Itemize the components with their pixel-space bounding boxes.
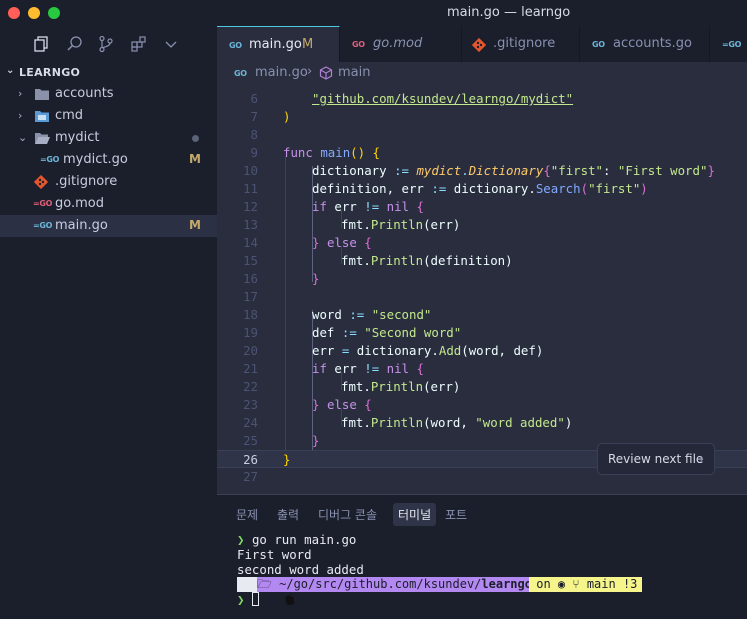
- terminal-git-segment: on ◉ ⑂ main !3: [529, 577, 642, 592]
- modified-badge: M: [302, 37, 314, 52]
- extensions-icon[interactable]: [130, 35, 148, 53]
- chevron-right-icon: ›: [18, 109, 23, 122]
- gomod-file-icon: =GO: [33, 199, 53, 208]
- tab-overflow[interactable]: =GO: [710, 26, 747, 62]
- modified-dot: [192, 135, 199, 142]
- tab-go-mod[interactable]: GO go.mod: [340, 26, 462, 62]
- chevron-down-icon: ⌄: [18, 131, 28, 144]
- terminal-command-line: ❯ go run main.go: [237, 532, 357, 547]
- code-line: 19 def := "Second word": [243, 325, 462, 340]
- bottom-panel: 문제 출력 디버그 콘솔 터미널 포트 ❯ go run main.go Fir…: [217, 494, 747, 619]
- code-line: 18 word := "second": [243, 307, 432, 322]
- code-line: 10 dictionary := mydict.Dictionary{"first…: [243, 163, 715, 178]
- window-title: main.go — learngo: [447, 5, 571, 20]
- github-icon: ◉: [557, 577, 566, 591]
- tab-terminal[interactable]: 터미널: [393, 503, 437, 526]
- code-line: 8: [250, 127, 258, 142]
- go-file-icon: GO: [592, 40, 605, 49]
- branch-icon: ⑂: [572, 577, 580, 591]
- sidebar-item-accounts[interactable]: › accounts: [0, 83, 217, 105]
- close-window-button[interactable]: [8, 7, 20, 19]
- breadcrumb-symbol[interactable]: main: [338, 65, 370, 80]
- chevron-right-icon: ›: [18, 87, 23, 100]
- breadcrumb: GO main.go › main: [217, 62, 747, 84]
- review-next-file-button[interactable]: Review next file ›: [597, 443, 715, 475]
- explorer-sidebar: ⌄ LEARNGO › accounts › cmd ⌄ mydict =GO …: [0, 62, 217, 619]
- code-line: 11 definition, err := dictionary.Search("…: [243, 181, 648, 196]
- code-line: 15 fmt.Println(definition): [243, 253, 513, 268]
- chevron-down-icon[interactable]: [162, 35, 180, 53]
- folder-open-icon: [34, 131, 50, 145]
- chevron-right-icon: ›: [699, 452, 704, 466]
- terminal-output-line: second word added: [237, 562, 364, 577]
- symbol-method-icon: [319, 66, 333, 84]
- tab-ports[interactable]: 포트: [445, 506, 467, 523]
- code-line: 14} else {: [243, 235, 372, 250]
- code-line: 21 if err != nil {: [243, 361, 424, 376]
- workspace-section-header[interactable]: ⌄ LEARNGO: [0, 62, 217, 82]
- sidebar-item-mydict-go[interactable]: =GO mydict.go M: [0, 149, 217, 171]
- sidebar-item-gitignore[interactable]: .gitignore: [0, 171, 217, 193]
- minimize-window-button[interactable]: [28, 7, 40, 19]
- go-file-icon: GO: [234, 69, 247, 78]
- editor-tabs: GO main.go M GO go.mod .gitignore GO acc…: [217, 26, 747, 62]
- tab-output[interactable]: 출력: [277, 506, 299, 523]
- tab-debug-console[interactable]: 디버그 콘솔: [318, 506, 377, 523]
- terminal-path-segment: 🗁 ~/go/src/github.com/ksundev/learngo: [257, 577, 532, 592]
- title-bar: main.go — learngo: [0, 0, 747, 26]
- folder-cmd-icon: [34, 109, 50, 123]
- go-file-icon: =GO: [722, 40, 742, 49]
- breadcrumb-file[interactable]: main.go: [255, 65, 308, 80]
- go-file-icon: =GO: [33, 221, 53, 230]
- terminal-cursor: [251, 592, 259, 606]
- code-line: 20 err = dictionary.Add(word, def): [243, 343, 544, 358]
- source-control-icon[interactable]: [97, 35, 115, 53]
- sidebar-item-cmd[interactable]: › cmd: [0, 105, 217, 127]
- git-icon: [33, 174, 49, 190]
- terminal-powerline-prompt: 🗁 ~/go/src/github.com/ksundev/learngo on…: [237, 577, 647, 605]
- chevron-down-icon: ⌄: [6, 65, 15, 76]
- sidebar-item-mydict[interactable]: ⌄ mydict: [0, 127, 217, 149]
- tab-accounts-go[interactable]: GO accounts.go: [580, 26, 710, 62]
- apple-icon: [237, 577, 295, 605]
- folder-icon: 🗁: [257, 577, 272, 591]
- go-file-icon: =GO: [40, 155, 60, 164]
- modified-badge: M: [189, 218, 201, 232]
- code-line: 9 func main() {: [250, 145, 380, 160]
- tab-problems[interactable]: 문제: [236, 506, 258, 523]
- git-icon: [471, 37, 487, 56]
- gomod-file-icon: GO: [352, 40, 365, 49]
- code-line: 23} else {: [243, 397, 372, 412]
- workspace-title: LEARNGO: [19, 66, 81, 79]
- modified-badge: M: [189, 152, 201, 166]
- chevron-right-icon: ›: [307, 64, 313, 79]
- tab-main-go[interactable]: GO main.go M: [217, 26, 340, 62]
- code-line: 7): [250, 109, 291, 124]
- explorer-icon[interactable]: [33, 35, 51, 53]
- sidebar-toolbar: [0, 26, 217, 62]
- code-line: 6 "github.com/ksundev/learngo/mydict": [250, 91, 574, 106]
- code-editor[interactable]: 6 "github.com/ksundev/learngo/mydict" 7) …: [217, 84, 747, 494]
- code-line: 24 fmt.Println(word, "word added"): [243, 415, 573, 430]
- sidebar-item-main-go[interactable]: =GO main.go M: [0, 215, 217, 237]
- search-icon[interactable]: [66, 35, 84, 53]
- maximize-window-button[interactable]: [48, 7, 60, 19]
- tab-gitignore[interactable]: .gitignore: [462, 26, 580, 62]
- code-line: 16}: [243, 271, 320, 286]
- go-file-icon: GO: [229, 41, 242, 50]
- code-line: 12 if err != nil {: [243, 199, 424, 214]
- terminal-input-line[interactable]: ❯: [237, 592, 259, 607]
- folder-icon: [34, 87, 50, 101]
- code-line: 22 fmt.Println(err): [243, 379, 461, 394]
- code-line: 17: [243, 289, 258, 304]
- code-line: 13 fmt.Println(err): [243, 217, 461, 232]
- sidebar-item-gomod[interactable]: =GO go.mod: [0, 193, 217, 215]
- terminal-output-line: First word: [237, 547, 312, 562]
